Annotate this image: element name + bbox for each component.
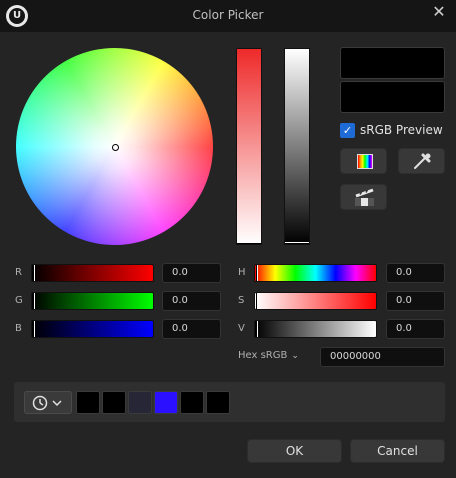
h-value-input[interactable]: 0.0 (386, 263, 445, 283)
history-swatch[interactable] (128, 391, 152, 414)
srgb-preview-label: sRGB Preview (360, 123, 443, 137)
v-channel-slider[interactable] (254, 320, 377, 338)
b-channel-slider[interactable] (31, 320, 154, 338)
g-slider-handle[interactable] (33, 293, 35, 309)
v-channel-label: V (238, 323, 245, 334)
history-swatch[interactable] (180, 391, 204, 414)
eyedropper-button[interactable] (398, 148, 445, 174)
hex-mode-label: Hex sRGB (238, 350, 288, 361)
s-channel-label: S (238, 295, 245, 306)
g-channel-label: G (15, 295, 23, 306)
g-value-input[interactable]: 0.0 (162, 291, 221, 311)
color-history-strip (14, 382, 445, 422)
b-slider-handle[interactable] (33, 321, 35, 337)
history-swatch[interactable] (102, 391, 126, 414)
srgb-preview-checkbox[interactable]: ✓ (340, 122, 355, 138)
h-slider-handle[interactable] (256, 265, 258, 281)
color-wheel-cursor[interactable] (112, 144, 119, 151)
color-themes-icon (355, 188, 374, 206)
r-channel-slider[interactable] (31, 264, 154, 282)
new-color-preview (340, 47, 445, 79)
s-channel-slider[interactable] (254, 292, 377, 310)
color-spectrum-icon (357, 154, 373, 169)
hex-mode-dropdown[interactable]: Hex sRGB ⌄ (238, 350, 299, 361)
r-slider-handle[interactable] (33, 265, 35, 281)
b-value-input[interactable]: 0.0 (162, 319, 221, 339)
s-slider-handle[interactable] (256, 293, 258, 309)
window-title: Color Picker (192, 8, 264, 22)
srgb-preview-row[interactable]: ✓ sRGB Preview (340, 122, 443, 138)
r-value-input[interactable]: 0.0 (162, 263, 221, 283)
h-channel-slider[interactable] (254, 264, 377, 282)
chevron-down-icon: ⌄ (291, 350, 299, 361)
eyedropper-icon (414, 153, 431, 169)
hex-value-input[interactable]: 00000000 (320, 347, 445, 367)
value-slider-handle[interactable] (285, 242, 309, 244)
v-slider-handle[interactable] (256, 321, 258, 337)
old-color-preview[interactable] (340, 81, 445, 113)
history-swatch[interactable] (76, 391, 100, 414)
close-icon[interactable]: ✕ (428, 2, 450, 22)
cancel-button[interactable]: Cancel (350, 439, 445, 463)
color-spectrum-button[interactable] (340, 148, 387, 174)
color-themes-button[interactable] (340, 184, 387, 210)
g-channel-slider[interactable] (31, 292, 154, 310)
s-value-input[interactable]: 0.0 (386, 291, 445, 311)
clock-icon (32, 395, 62, 411)
history-swatch[interactable] (154, 391, 178, 414)
b-channel-label: B (15, 323, 22, 334)
title-bar: U Color Picker ✕ (0, 0, 456, 32)
saturation-slider-handle[interactable] (237, 242, 261, 244)
saturation-vertical-slider[interactable] (236, 48, 262, 245)
value-vertical-slider[interactable] (284, 48, 310, 245)
history-swatch[interactable] (206, 391, 230, 414)
v-value-input[interactable]: 0.0 (386, 319, 445, 339)
h-channel-label: H (238, 267, 246, 278)
r-channel-label: R (15, 267, 22, 278)
ok-button[interactable]: OK (247, 439, 342, 463)
history-dropdown-button[interactable] (24, 391, 72, 414)
